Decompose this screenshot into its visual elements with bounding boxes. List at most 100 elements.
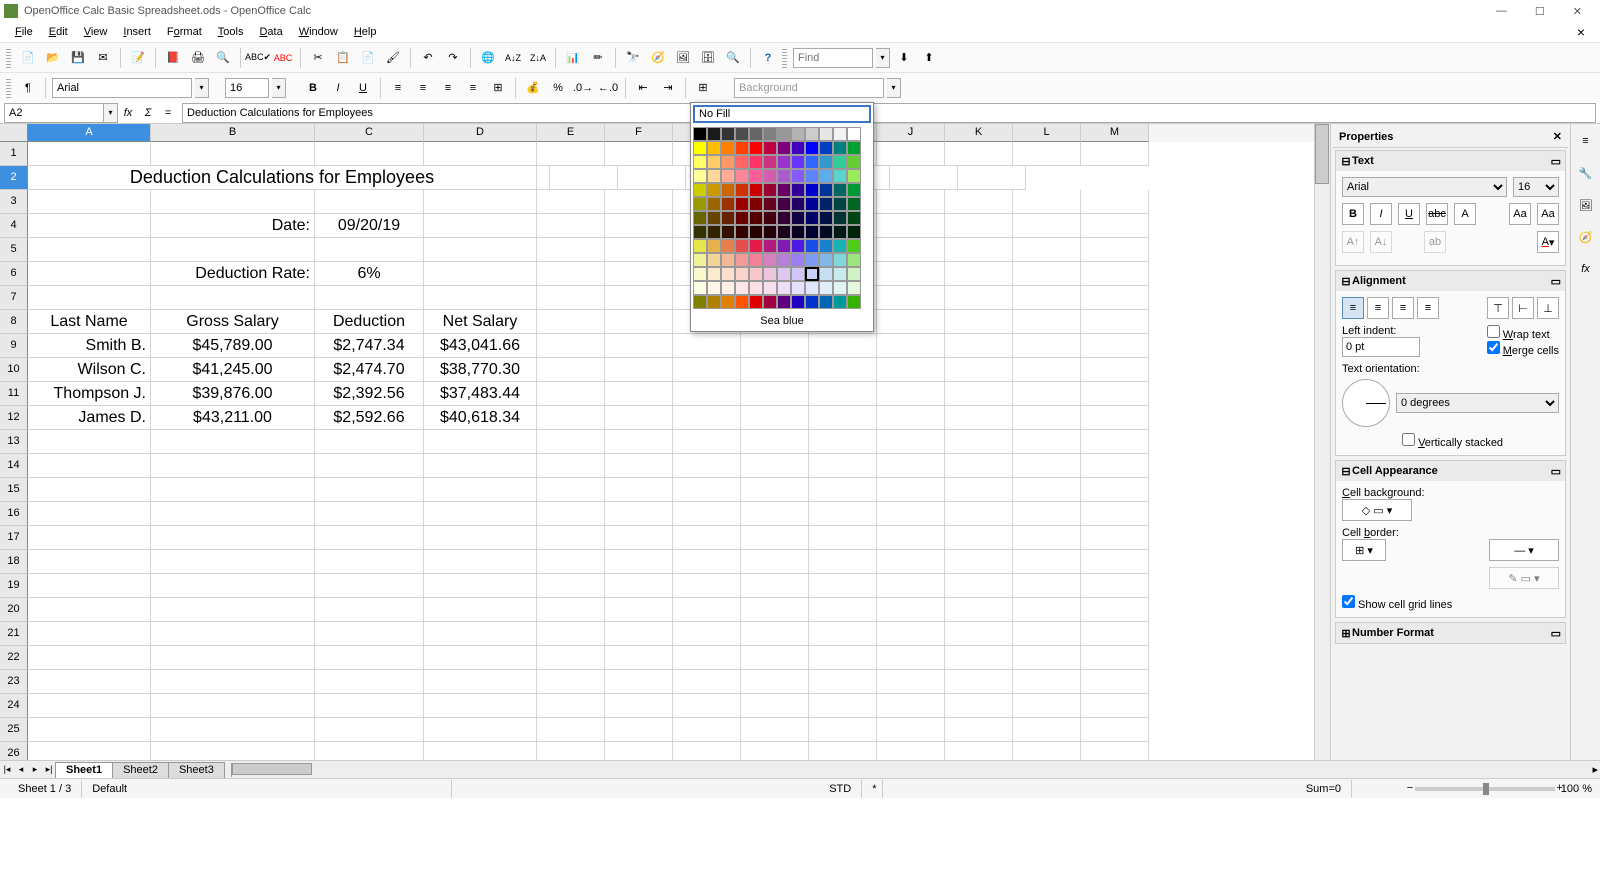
cell-G22[interactable] — [673, 646, 741, 670]
col-header-M[interactable]: M — [1081, 124, 1149, 142]
cell-E8[interactable] — [537, 310, 605, 334]
cell-L24[interactable] — [1013, 694, 1081, 718]
cell-L25[interactable] — [1013, 718, 1081, 742]
color-swatch[interactable] — [763, 225, 777, 239]
tab-first-button[interactable]: |◂ — [0, 763, 14, 777]
cell-A25[interactable] — [28, 718, 151, 742]
color-swatch[interactable] — [833, 225, 847, 239]
cell-H23[interactable] — [741, 670, 809, 694]
cell-C3[interactable] — [315, 190, 424, 214]
leftindent-input[interactable] — [1342, 337, 1420, 357]
cell-A9[interactable]: Smith B. — [28, 334, 151, 358]
color-swatch[interactable] — [791, 127, 805, 141]
save-button[interactable]: 💾 — [67, 47, 89, 69]
chart-button[interactable]: 📊 — [562, 47, 584, 69]
cell-L6[interactable] — [1013, 262, 1081, 286]
color-swatch[interactable] — [791, 281, 805, 295]
cell-C18[interactable] — [315, 550, 424, 574]
cell-C12[interactable]: $2,592.66 — [315, 406, 424, 430]
undo-button[interactable]: ↶ — [417, 47, 439, 69]
cell-B22[interactable] — [151, 646, 315, 670]
cell-F14[interactable] — [605, 454, 673, 478]
cell-B13[interactable] — [151, 430, 315, 454]
color-swatch[interactable] — [777, 239, 791, 253]
function-wizard-button[interactable]: fx — [118, 103, 138, 123]
row-header-2[interactable]: 2 — [0, 166, 28, 190]
cell-H16[interactable] — [741, 502, 809, 526]
color-swatch[interactable] — [735, 197, 749, 211]
cell-I25[interactable] — [809, 718, 877, 742]
color-swatch[interactable] — [735, 141, 749, 155]
cell-M3[interactable] — [1081, 190, 1149, 214]
cell-E13[interactable] — [537, 430, 605, 454]
color-swatch[interactable] — [735, 281, 749, 295]
cell-B15[interactable] — [151, 478, 315, 502]
color-swatch[interactable] — [763, 127, 777, 141]
cell-F5[interactable] — [605, 238, 673, 262]
cell-I26[interactable] — [809, 742, 877, 760]
cell-K16[interactable] — [945, 502, 1013, 526]
color-swatch[interactable] — [777, 197, 791, 211]
cell-E16[interactable] — [537, 502, 605, 526]
color-swatch[interactable] — [791, 169, 805, 183]
cell-F23[interactable] — [605, 670, 673, 694]
cell-B5[interactable] — [151, 238, 315, 262]
cell-B14[interactable] — [151, 454, 315, 478]
cell-M25[interactable] — [1081, 718, 1149, 742]
color-swatch[interactable] — [735, 253, 749, 267]
row-header-13[interactable]: 13 — [0, 430, 28, 454]
color-swatch[interactable] — [819, 267, 833, 281]
font-size-input[interactable] — [225, 78, 269, 98]
cell-D20[interactable] — [424, 598, 537, 622]
cell-D1[interactable] — [424, 142, 537, 166]
cell-I15[interactable] — [809, 478, 877, 502]
cell-D4[interactable] — [424, 214, 537, 238]
status-sum[interactable]: Sum=0 — [883, 780, 1352, 798]
row-header-18[interactable]: 18 — [0, 550, 28, 574]
cell-J6[interactable] — [877, 262, 945, 286]
color-swatch[interactable] — [805, 239, 819, 253]
cell-L1[interactable] — [1013, 142, 1081, 166]
color-swatch[interactable] — [763, 197, 777, 211]
cell-F1[interactable] — [605, 142, 673, 166]
cell-I16[interactable] — [809, 502, 877, 526]
cell-H19[interactable] — [741, 574, 809, 598]
color-swatch[interactable] — [693, 211, 707, 225]
tab-next-button[interactable]: ▸ — [28, 763, 42, 777]
color-swatch[interactable] — [833, 183, 847, 197]
color-swatch[interactable] — [777, 141, 791, 155]
toolbar-grip[interactable] — [6, 78, 11, 98]
cell-B19[interactable] — [151, 574, 315, 598]
color-swatch[interactable] — [693, 141, 707, 155]
merge-cells-button[interactable]: ⊞ — [487, 77, 509, 99]
sidebar-tab-styles[interactable]: 🔧 — [1575, 162, 1597, 184]
color-swatch[interactable] — [749, 183, 763, 197]
cell-I19[interactable] — [809, 574, 877, 598]
color-swatch[interactable] — [735, 183, 749, 197]
color-swatch[interactable] — [819, 155, 833, 169]
font-name-input[interactable] — [52, 78, 192, 98]
cell-F17[interactable] — [605, 526, 673, 550]
doc-close-button[interactable]: × — [1570, 22, 1592, 42]
cell-E18[interactable] — [537, 550, 605, 574]
open-button[interactable]: 📂 — [42, 47, 64, 69]
cell-E14[interactable] — [537, 454, 605, 478]
paste-button[interactable]: 📄 — [357, 47, 379, 69]
menu-view[interactable]: View — [77, 24, 115, 40]
cell-D23[interactable] — [424, 670, 537, 694]
cell-C5[interactable] — [315, 238, 424, 262]
cell-F16[interactable] — [605, 502, 673, 526]
row-header-26[interactable]: 26 — [0, 742, 28, 760]
color-swatch[interactable] — [721, 155, 735, 169]
cell-A2[interactable]: Deduction Calculations for Employees — [28, 166, 537, 190]
color-swatch[interactable] — [819, 127, 833, 141]
cell-M14[interactable] — [1081, 454, 1149, 478]
panel-valign-bot[interactable]: ⊥ — [1537, 297, 1559, 319]
cell-G19[interactable] — [673, 574, 741, 598]
cell-B23[interactable] — [151, 670, 315, 694]
panel-align-center[interactable]: ≡ — [1367, 297, 1389, 319]
cell-C6[interactable]: 6% — [315, 262, 424, 286]
cell-E5[interactable] — [537, 238, 605, 262]
cell-B20[interactable] — [151, 598, 315, 622]
row-header-12[interactable]: 12 — [0, 406, 28, 430]
